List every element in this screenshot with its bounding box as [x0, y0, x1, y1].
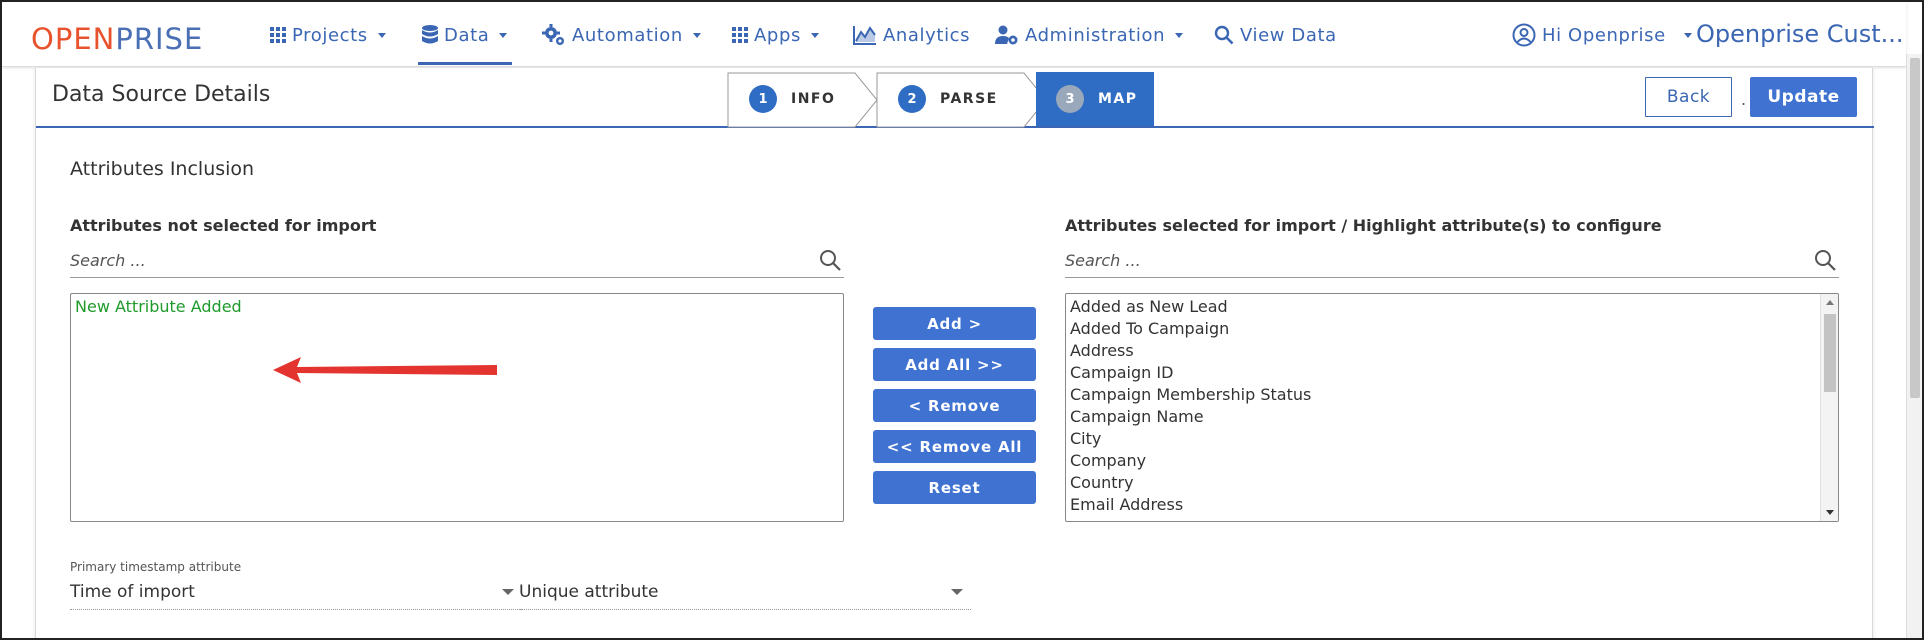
- left-search: [70, 244, 844, 278]
- back-button[interactable]: Back: [1645, 77, 1732, 117]
- step-number: 2: [898, 85, 926, 113]
- list-item[interactable]: Added To Campaign: [1066, 318, 1311, 340]
- list-item[interactable]: Address: [1066, 340, 1311, 362]
- step-map[interactable]: 3 MAP: [1036, 72, 1154, 126]
- search-icon[interactable]: [1813, 248, 1837, 272]
- grid-icon: [270, 27, 286, 43]
- step-label: PARSE: [940, 91, 998, 107]
- top-navbar: OPENPRISE Projects Data Automation Apps …: [2, 2, 1906, 67]
- step-label: INFO: [791, 91, 836, 107]
- list-item[interactable]: Added as New Lead: [1066, 296, 1311, 318]
- panel-header: Data Source Details 1 INFO 2 PARSE 3 MAP Ba…: [36, 68, 1874, 128]
- chevron-down-icon: [1683, 32, 1692, 38]
- scroll-up-icon[interactable]: [1826, 300, 1834, 305]
- step-label: MAP: [1098, 91, 1138, 107]
- search-icon: [1214, 25, 1234, 45]
- nav-analytics-label: Analytics: [883, 24, 971, 46]
- update-button[interactable]: Update: [1750, 77, 1857, 117]
- annotation-arrow: [273, 357, 497, 383]
- nav-projects-label: Projects: [292, 24, 368, 46]
- chevron-down-icon: [951, 589, 963, 595]
- nav-apps-label: Apps: [754, 24, 801, 46]
- step-number: 3: [1056, 85, 1084, 113]
- nav-analytics[interactable]: Analytics: [853, 22, 970, 48]
- nav-data-label: Data: [444, 24, 490, 46]
- right-search-input[interactable]: [1065, 244, 1839, 276]
- user-gear-icon: [995, 25, 1018, 45]
- reset-button[interactable]: Reset: [873, 471, 1036, 504]
- data-source-panel: Data Source Details 1 INFO 2 PARSE 3 MAP Ba…: [35, 68, 1874, 638]
- scroll-down-icon[interactable]: [1826, 510, 1834, 515]
- list-item[interactable]: Campaign ID: [1066, 362, 1311, 384]
- add-all-button[interactable]: Add All >>: [873, 348, 1036, 381]
- logo-text-prise: PRISE: [115, 22, 204, 56]
- app-window: OPENPRISE Projects Data Automation Apps …: [0, 0, 1924, 640]
- selected-list[interactable]: Added as New Lead Added To Campaign Addr…: [1065, 293, 1839, 522]
- user-greeting: Hi Openprise: [1542, 24, 1666, 46]
- primary-timestamp-label: Primary timestamp attribute: [70, 560, 242, 574]
- grid-icon: [732, 27, 748, 43]
- page-scrollbar[interactable]: [1906, 54, 1922, 638]
- chevron-down-icon: [502, 589, 514, 595]
- user-circle-icon: [1512, 23, 1536, 47]
- list-item[interactable]: Country: [1066, 472, 1311, 494]
- chart-icon: [853, 26, 876, 45]
- remove-all-button[interactable]: << Remove All: [873, 430, 1036, 463]
- gears-icon: [542, 24, 564, 45]
- selected-label: Attributes selected for import / Highlig…: [1065, 216, 1662, 235]
- unique-attribute-dropdown[interactable]: Unique attribute: [519, 576, 971, 610]
- page-title: Data Source Details: [52, 82, 271, 107]
- chevron-down-icon: [810, 32, 819, 38]
- selected-list-items: Added as New Lead Added To Campaign Addr…: [1066, 296, 1311, 516]
- nav-data[interactable]: Data: [422, 22, 508, 48]
- nav-view-data[interactable]: View Data: [1214, 22, 1337, 48]
- list-scrollbar[interactable]: [1820, 294, 1838, 521]
- nav-projects[interactable]: Projects: [270, 22, 386, 48]
- chevron-down-icon: [499, 32, 508, 38]
- user-menu[interactable]: Hi Openprise: [1512, 22, 1692, 48]
- nav-administration-label: Administration: [1025, 24, 1166, 46]
- nav-automation[interactable]: Automation: [542, 22, 701, 48]
- unique-attribute-placeholder: Unique attribute: [519, 582, 659, 602]
- nav-view-data-label: View Data: [1240, 24, 1337, 46]
- not-selected-label: Attributes not selected for import: [70, 216, 377, 235]
- chevron-down-icon: [692, 32, 701, 38]
- step-parse[interactable]: 2 PARSE: [876, 72, 1026, 126]
- chevron-down-icon: [1175, 32, 1184, 38]
- primary-timestamp-dropdown[interactable]: Time of import: [70, 576, 522, 610]
- step-number: 1: [749, 85, 777, 113]
- section-title: Attributes Inclusion: [70, 158, 255, 180]
- separator: .: [1741, 90, 1747, 109]
- step-info[interactable]: 1 INFO: [727, 72, 857, 126]
- page-scrollbar-thumb[interactable]: [1910, 58, 1920, 398]
- nav-administration[interactable]: Administration: [995, 22, 1184, 48]
- nav-apps[interactable]: Apps: [732, 22, 819, 48]
- chevron-down-icon: [377, 32, 386, 38]
- list-item[interactable]: Email Address: [1066, 494, 1311, 516]
- list-item[interactable]: New Attribute Added: [71, 294, 843, 318]
- list-item[interactable]: City: [1066, 428, 1311, 450]
- active-nav-indicator: [418, 62, 512, 65]
- primary-timestamp-value: Time of import: [70, 582, 195, 602]
- list-scrollbar-thumb[interactable]: [1824, 314, 1836, 392]
- logo-text-open: OPEN: [31, 22, 116, 56]
- search-icon[interactable]: [818, 248, 842, 272]
- nav-automation-label: Automation: [572, 24, 683, 46]
- list-item[interactable]: Company: [1066, 450, 1311, 472]
- list-item[interactable]: Campaign Membership Status: [1066, 384, 1311, 406]
- openprise-logo[interactable]: OPENPRISE: [31, 22, 203, 56]
- right-search: [1065, 244, 1839, 278]
- not-selected-list[interactable]: New Attribute Added: [70, 293, 844, 522]
- add-button[interactable]: Add >: [873, 307, 1036, 340]
- list-item[interactable]: Campaign Name: [1066, 406, 1311, 428]
- remove-button[interactable]: < Remove: [873, 389, 1036, 422]
- database-icon: [422, 25, 438, 44]
- left-search-input[interactable]: [70, 244, 844, 276]
- organization-name[interactable]: Openprise Cust...: [1696, 20, 1904, 48]
